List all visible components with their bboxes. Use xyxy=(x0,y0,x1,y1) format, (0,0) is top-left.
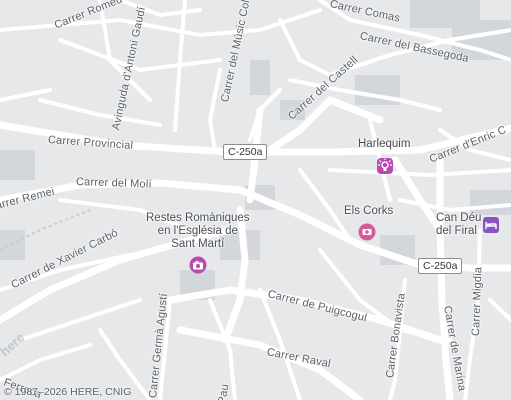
nightlife-icon[interactable] xyxy=(376,157,394,175)
poi-label-harlequim[interactable]: Harlequim xyxy=(358,138,410,151)
poi-label-restes-line1: Restes Romàniques xyxy=(146,212,250,224)
poi-label-els-corks[interactable]: Els Corks xyxy=(344,205,393,218)
poi-label-can-deu[interactable]: Can Déu del Firal xyxy=(436,212,481,238)
poi-label-restes-line3: Sant Martí xyxy=(171,238,225,250)
hotel-icon[interactable] xyxy=(482,216,500,234)
poi-label-can-deu-line2: del Firal xyxy=(436,225,477,237)
poi-label-can-deu-line1: Can Déu xyxy=(436,212,482,224)
street-label-migdia: Carrer Migdia xyxy=(470,266,485,337)
map-base-layer xyxy=(0,0,511,400)
restaurant-icon[interactable] xyxy=(358,223,376,241)
map-view[interactable]: here Carrer Romeu Carrer Comas Carrer de… xyxy=(0,0,511,400)
road-shield-c250a-north: C-250a xyxy=(223,144,268,160)
poi-label-restes-line2: en l'Església de xyxy=(157,225,238,237)
street-label-pau: Pau xyxy=(216,383,232,400)
map-copyright: © 1987–2026 HERE, CNIG xyxy=(4,386,132,398)
road-shield-c250a-east: C-250a xyxy=(418,258,463,274)
poi-label-restes[interactable]: Restes Romàniques en l'Església de Sant … xyxy=(146,212,250,251)
museum-icon[interactable] xyxy=(189,256,207,274)
